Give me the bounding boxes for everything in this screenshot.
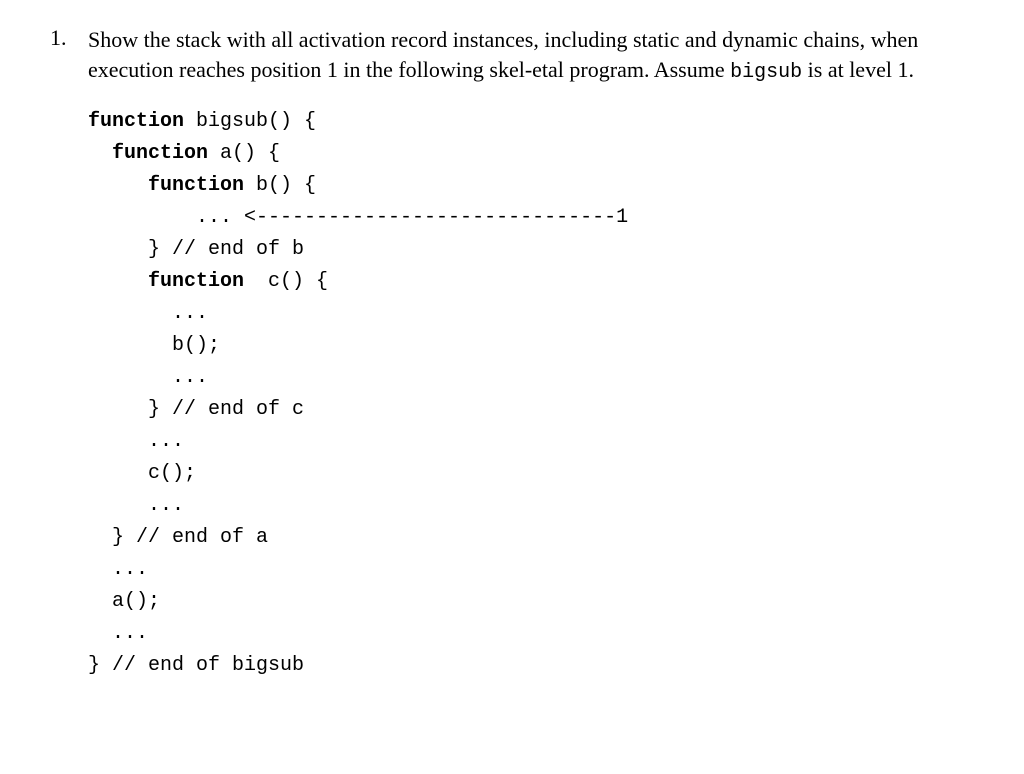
- code-line: ... <------------------------------1: [88, 206, 628, 229]
- code-line: ...: [88, 558, 148, 581]
- problem-container: 1. Show the stack with all activation re…: [50, 25, 974, 682]
- code-line: ...: [88, 494, 184, 517]
- code-line: } // end of c: [88, 398, 304, 421]
- code-line: c();: [88, 462, 196, 485]
- keyword-function: function: [112, 142, 208, 165]
- code-line: } // end of bigsub: [88, 654, 304, 677]
- code-line: ...: [88, 622, 148, 645]
- problem-content: Show the stack with all activation recor…: [88, 25, 974, 682]
- code-text: a() {: [208, 142, 280, 165]
- code-block: function bigsub() { function a() { funct…: [88, 106, 974, 682]
- problem-text-after: is at level 1.: [802, 57, 914, 82]
- problem-number: 1.: [50, 25, 70, 51]
- code-line: } // end of b: [88, 238, 304, 261]
- problem-text: Show the stack with all activation recor…: [88, 25, 974, 86]
- code-line: ...: [88, 430, 184, 453]
- code-line: b();: [88, 334, 220, 357]
- keyword-function: function: [148, 174, 244, 197]
- inline-code: bigsub: [730, 61, 802, 84]
- code-text: bigsub() {: [184, 110, 316, 133]
- code-line: a();: [88, 590, 160, 613]
- code-text: b() {: [244, 174, 316, 197]
- code-line: ...: [88, 366, 208, 389]
- code-line: } // end of a: [88, 526, 268, 549]
- code-text: c() {: [244, 270, 328, 293]
- keyword-function: function: [148, 270, 244, 293]
- code-line: ...: [88, 302, 208, 325]
- keyword-function: function: [88, 110, 184, 133]
